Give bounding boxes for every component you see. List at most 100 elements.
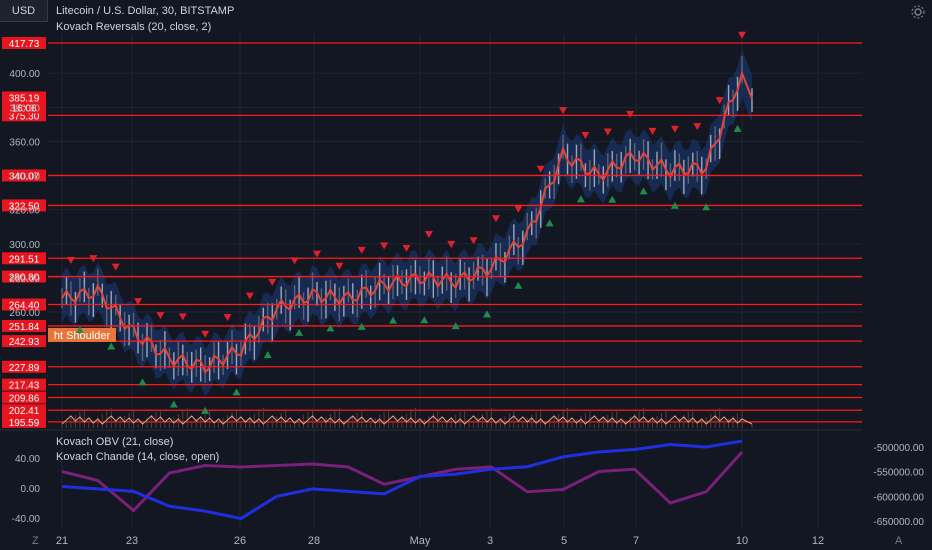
volume-bar (652, 419, 654, 428)
volume-bar (441, 424, 443, 428)
buy-marker (138, 378, 147, 386)
currency-selector[interactable]: USD (0, 0, 48, 22)
sell-marker (670, 125, 679, 133)
indicator-legend-reversals[interactable]: Kovach Reversals (20, close, 2) (56, 21, 211, 33)
volume-bar (388, 409, 390, 428)
buy-marker (107, 342, 116, 350)
volume-bar (401, 417, 403, 428)
sell-marker (335, 262, 344, 270)
volume-bar (168, 420, 170, 428)
sell-marker (201, 330, 210, 338)
volume-bar (450, 418, 452, 428)
chart-canvas[interactable]: 417.73375.30340.07322.50291.51280.80264.… (0, 0, 932, 550)
volume-bar (280, 413, 282, 428)
volume-bar (182, 411, 184, 428)
zoom-button[interactable]: Z (32, 535, 39, 547)
volume-bar (437, 410, 439, 428)
buy-marker (545, 219, 554, 227)
obv-tick-label: -550000.00 (873, 468, 924, 479)
buy-marker (514, 281, 523, 289)
volume-bar (723, 422, 725, 428)
sell-marker (223, 313, 232, 321)
volume-bar (88, 423, 90, 428)
sell-marker (447, 241, 456, 249)
volume-bar (276, 416, 278, 428)
sell-marker (626, 110, 635, 118)
volume-bar (696, 423, 698, 428)
volume-bar (468, 423, 470, 428)
gear-icon[interactable] (910, 4, 926, 20)
y-tick-label: 280.00 (9, 274, 40, 285)
volume-bar (379, 415, 381, 428)
sell-marker (178, 313, 187, 321)
volume-bar (186, 408, 188, 428)
volume-bar (455, 415, 457, 428)
volume-bar (567, 408, 569, 428)
volume-bar (392, 423, 394, 428)
volume-bar (419, 422, 421, 428)
x-tick-label: 7 (633, 535, 639, 547)
volume-bar (562, 411, 564, 428)
volume-bar (473, 420, 475, 428)
buy-marker (608, 195, 617, 203)
sell-marker (245, 292, 254, 300)
buy-marker (733, 124, 742, 132)
volume-bar (710, 414, 712, 428)
volume-bar (432, 413, 434, 428)
axes: 260.00280.00300.00320.00340.00360.00380.… (9, 69, 924, 547)
volume-bar (589, 410, 591, 428)
volume-bar (477, 417, 479, 428)
volume-bar (128, 413, 130, 428)
volume-bar (159, 409, 161, 428)
volume-bar (616, 409, 618, 428)
volume-bar (70, 418, 72, 428)
volume-bar (660, 413, 662, 428)
volume-bar (486, 411, 488, 428)
volume-bar (370, 421, 372, 428)
volume-bar (92, 420, 94, 428)
volume-bar (79, 412, 81, 428)
x-tick-label: May (410, 535, 431, 547)
volume-bar (240, 423, 242, 428)
volume-bar (629, 417, 631, 428)
volume-bar (522, 421, 524, 428)
volume-bar (289, 424, 291, 428)
volume-bar (584, 413, 586, 428)
obv-tick-label: -500000.00 (873, 443, 924, 454)
sell-marker (469, 237, 478, 245)
volume-bar (231, 412, 233, 428)
buy-marker (263, 351, 272, 359)
auto-scale-button[interactable]: A (895, 535, 902, 547)
volume-bar (271, 419, 273, 428)
sell-marker (424, 230, 433, 238)
level-label: 242.93 (9, 337, 40, 348)
level-label: 202.41 (9, 406, 40, 417)
x-tick-label: 5 (561, 535, 567, 547)
volume-bar (338, 408, 340, 428)
volume-bar (580, 416, 582, 428)
volume-bar (611, 412, 613, 428)
volume-bar (602, 418, 604, 428)
volume-bar (549, 420, 551, 428)
indicator-legend-obv[interactable]: Kovach OBV (21, close) (56, 436, 173, 448)
volume-bar (719, 408, 721, 428)
volume-bar (227, 415, 229, 428)
y-tick-label: 260.00 (9, 308, 40, 319)
level-label: 217.43 (9, 381, 40, 392)
volume-bar (61, 424, 63, 428)
y-tick-label: 340.00 (9, 172, 40, 183)
sell-marker (268, 278, 277, 286)
sell-marker (738, 31, 746, 39)
volume-bar (517, 424, 519, 428)
volume-bar (571, 422, 573, 428)
sell-marker (402, 244, 411, 252)
volume-bar (204, 413, 206, 428)
indicator-legend-chande[interactable]: Kovach Chande (14, close, open) (56, 451, 219, 463)
level-label: 227.89 (9, 363, 40, 374)
x-tick-label: 10 (736, 535, 748, 547)
volume-bar (218, 421, 220, 428)
sell-marker (66, 256, 75, 264)
volume-bar (531, 415, 533, 428)
volume-bar (751, 424, 753, 428)
price-candles (61, 56, 753, 383)
